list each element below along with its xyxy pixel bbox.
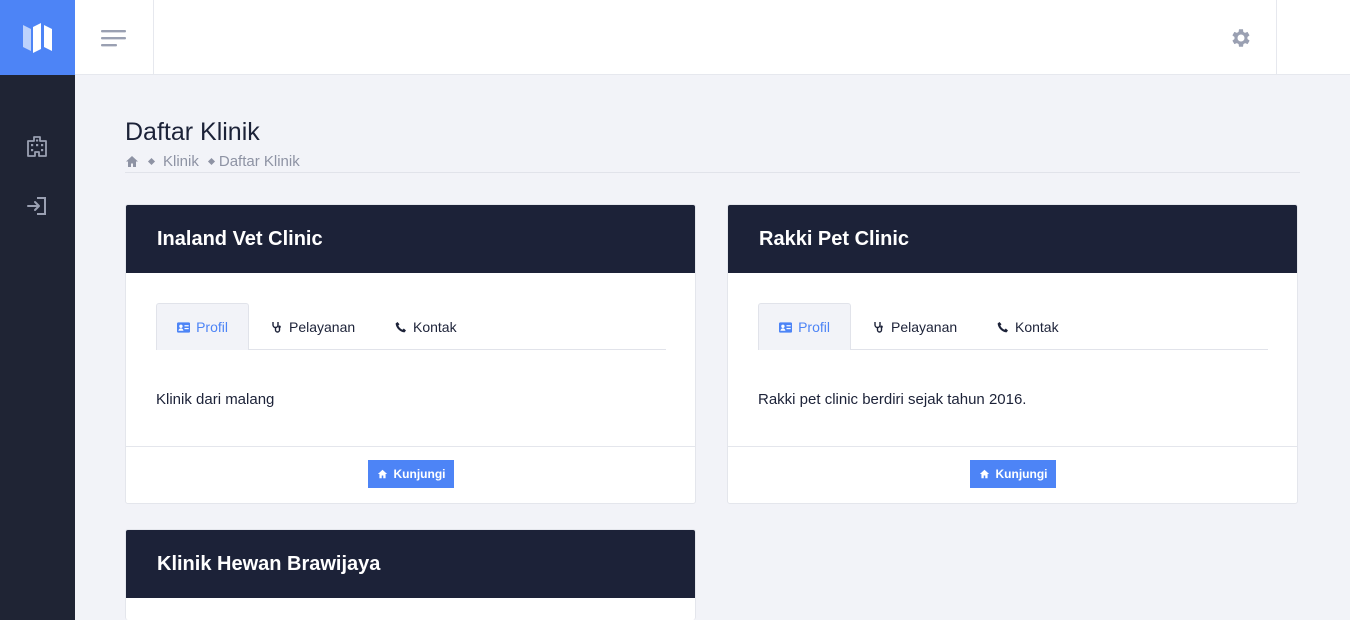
card-footer: Kunjungi <box>126 446 695 503</box>
home-icon <box>979 469 989 479</box>
clinic-tabs: Profil Pelayanan Kontak <box>156 303 666 350</box>
clinic-card: Klinik Hewan Brawijaya <box>125 529 696 620</box>
logo-icon <box>22 22 52 53</box>
tab-profil[interactable]: Profil <box>758 303 851 350</box>
breadcrumb-separator <box>147 157 156 165</box>
phone-icon <box>997 321 1008 332</box>
title-divider <box>125 172 1300 173</box>
clinic-name: Inaland Vet Clinic <box>126 205 695 273</box>
building-icon <box>27 136 47 157</box>
clinic-description: Klinik dari malang <box>156 391 275 408</box>
sidebar <box>0 75 75 620</box>
breadcrumb-separator <box>207 157 215 165</box>
tab-label: Profil <box>798 319 830 335</box>
tab-kontak[interactable]: Kontak <box>977 303 1059 350</box>
clinic-description: Rakki pet clinic berdiri sejak tahun 201… <box>758 391 1027 408</box>
breadcrumb: Klinik Daftar Klinik <box>125 151 300 171</box>
settings-button[interactable] <box>1215 20 1267 56</box>
stethoscope-icon <box>272 321 281 333</box>
tab-kontak[interactable]: Kontak <box>375 303 457 350</box>
clinic-name: Klinik Hewan Brawijaya <box>126 530 695 598</box>
id-card-icon <box>779 321 793 333</box>
menu-toggle-button[interactable] <box>75 0 154 75</box>
sidebar-item-clinic[interactable] <box>24 133 50 159</box>
card-footer: Kunjungi <box>728 446 1297 503</box>
visit-button-label: Kunjungi <box>995 467 1048 481</box>
sidebar-item-login[interactable] <box>24 193 50 219</box>
clinic-card: Rakki Pet Clinic Profil Pelayanan Kontak <box>727 204 1298 504</box>
phone-icon <box>395 321 406 332</box>
tab-label: Pelayanan <box>289 318 356 335</box>
clinic-tabs: Profil Pelayanan Kontak <box>758 303 1268 350</box>
page-title: Daftar Klinik <box>125 118 260 146</box>
tab-profil[interactable]: Profil <box>156 303 249 350</box>
home-icon <box>377 469 387 479</box>
gear-icon <box>1232 29 1250 47</box>
tab-label: Profil <box>196 319 228 335</box>
topbar-divider <box>1276 0 1277 75</box>
clinic-card: Inaland Vet Clinic Profil Pelayanan Kont… <box>125 204 696 504</box>
visit-button[interactable]: Kunjungi <box>368 460 454 488</box>
breadcrumb-item-klinik[interactable]: Klinik <box>163 153 199 170</box>
tab-label: Kontak <box>1015 318 1059 335</box>
breadcrumb-item-current: Daftar Klinik <box>218 152 300 170</box>
tab-label: Pelayanan <box>891 318 958 335</box>
sign-in-icon <box>27 197 46 215</box>
visit-button-label: Kunjungi <box>393 467 446 481</box>
tab-label: Kontak <box>413 318 457 335</box>
app-logo[interactable] <box>0 0 75 75</box>
tab-pelayanan[interactable]: Pelayanan <box>851 303 977 350</box>
top-bar <box>75 0 1350 75</box>
home-icon[interactable] <box>125 155 139 168</box>
stethoscope-icon <box>874 321 883 333</box>
id-card-icon <box>177 321 191 333</box>
hamburger-icon <box>101 29 126 46</box>
visit-button[interactable]: Kunjungi <box>970 460 1056 488</box>
clinic-name: Rakki Pet Clinic <box>728 205 1297 273</box>
tab-pelayanan[interactable]: Pelayanan <box>249 303 375 350</box>
